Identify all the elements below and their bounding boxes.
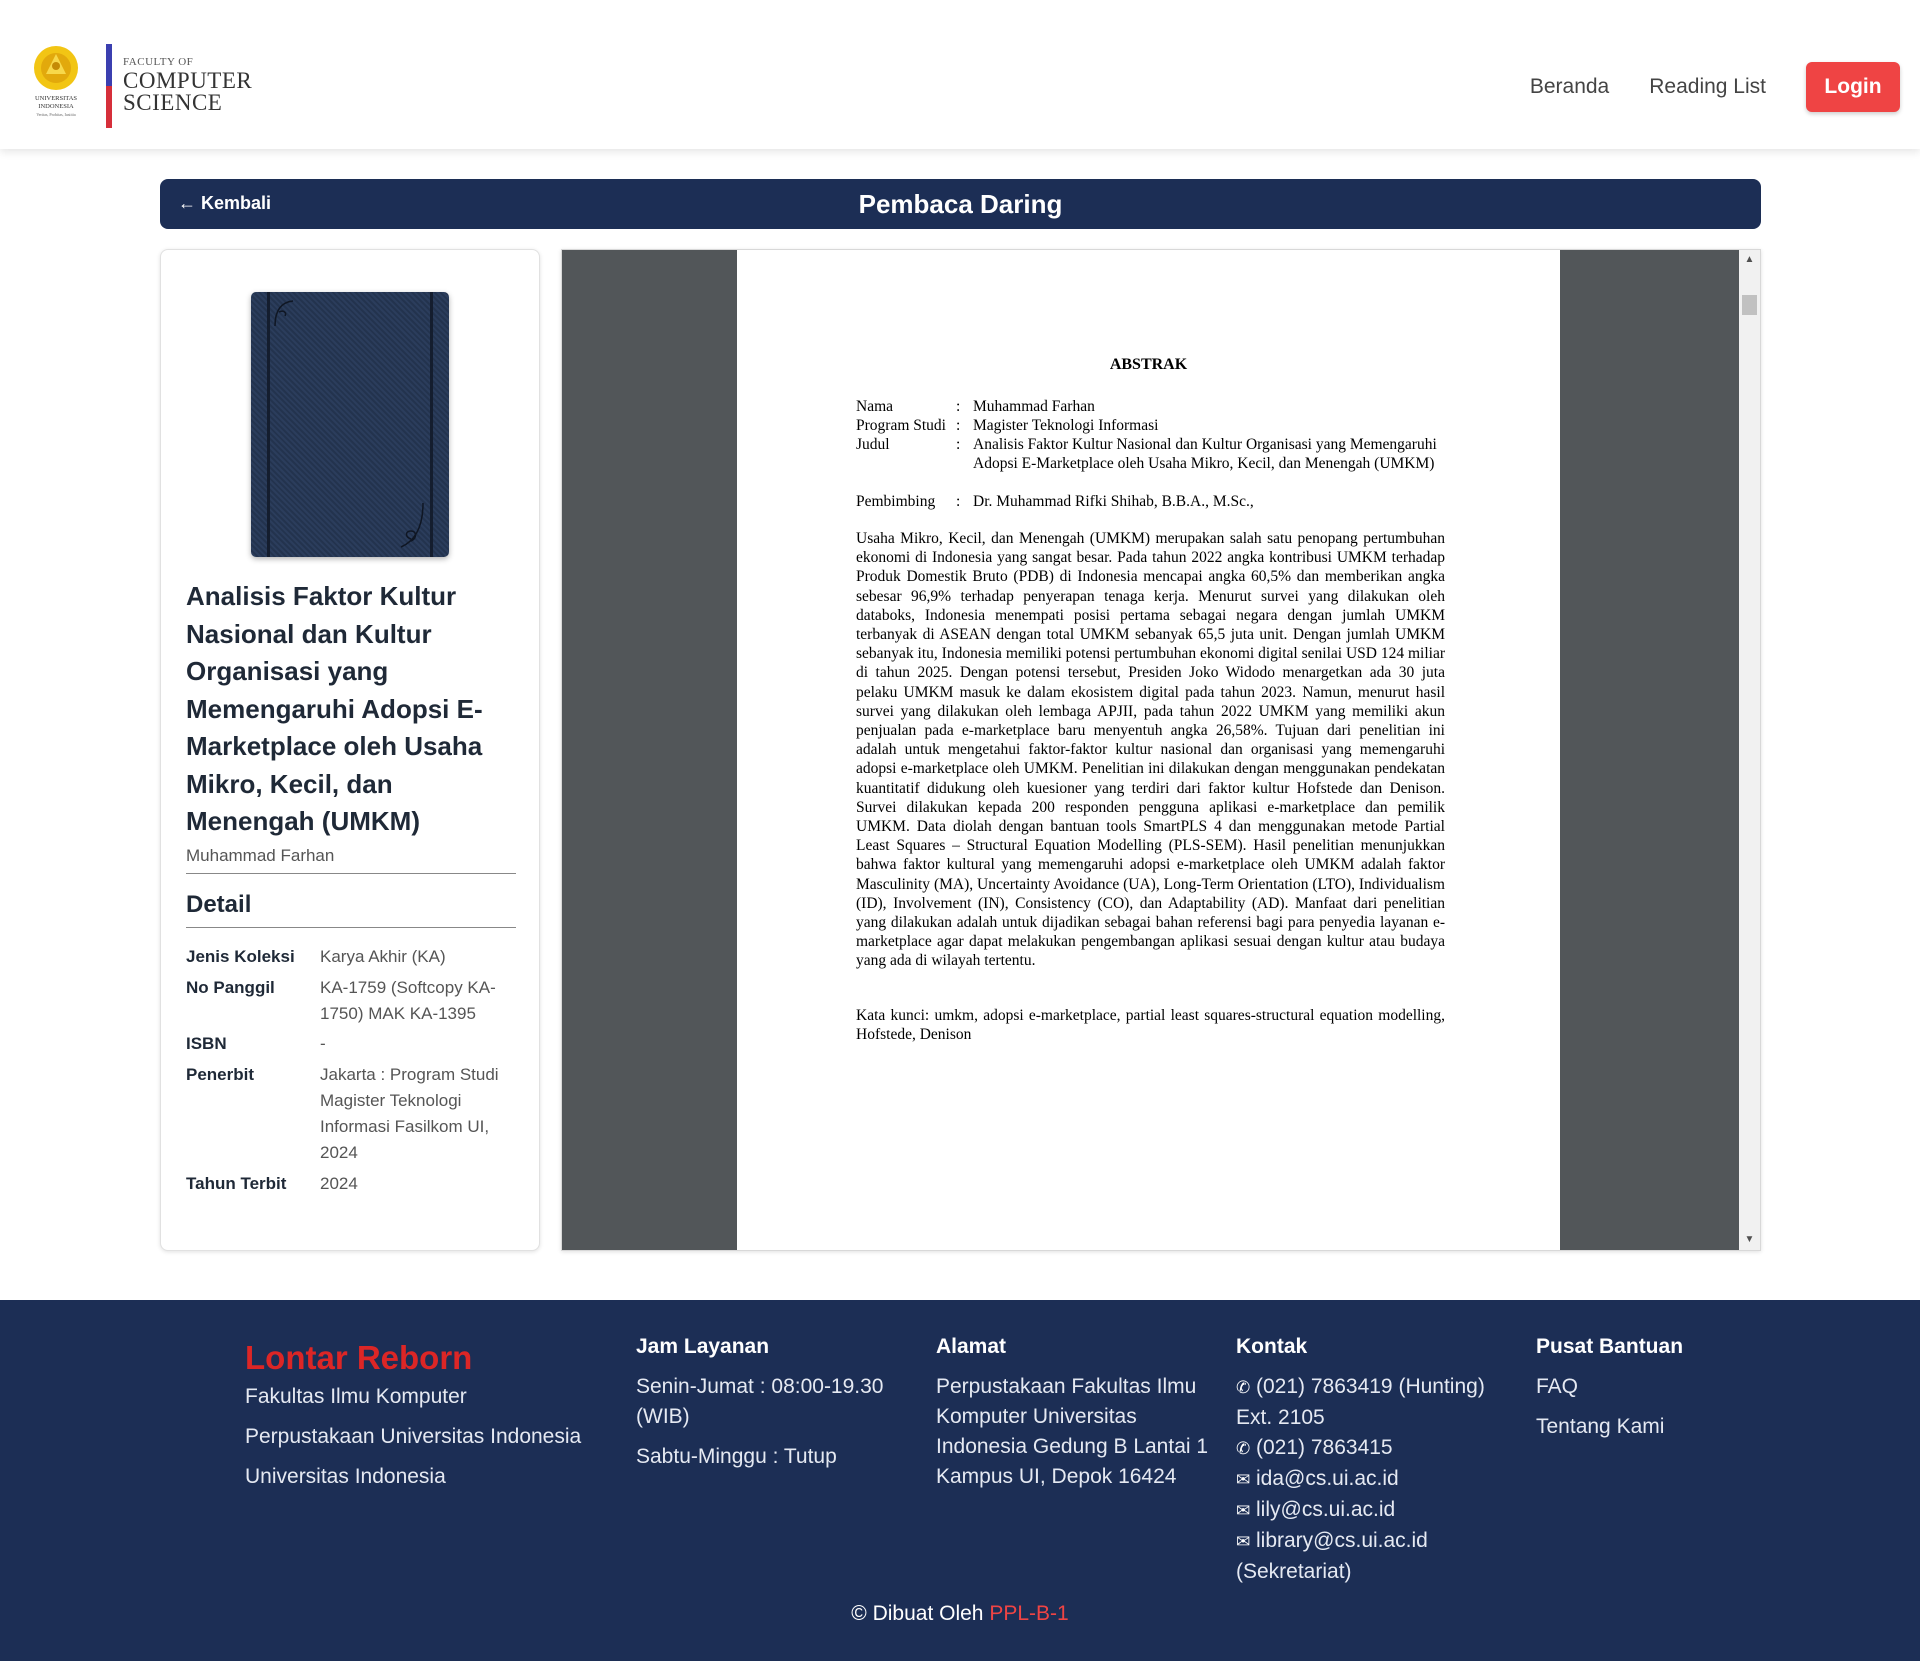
footer-hours-column: Jam Layanan Senin-Jumat : 08:00-19.30 (W… — [636, 1334, 916, 1472]
book-author: Muhammad Farhan — [186, 846, 335, 865]
meta-colon: : — [956, 398, 961, 415]
help-heading: Pusat Bantuan — [1536, 1335, 1684, 1358]
faculty-name-line2: SCIENCE — [123, 90, 223, 115]
footer-brand-column: Lontar Reborn Fakultas Ilmu Komputer Per… — [245, 1336, 625, 1492]
contact-phone-2-text: (021) 7863415 — [1256, 1436, 1393, 1459]
faculty-of-text: FACULTY OF — [123, 56, 194, 68]
meta-key: Judul — [856, 436, 890, 453]
contact-email-2[interactable]: ✉ lily@cs.ui.ac.id — [1236, 1495, 1506, 1526]
contact-phone-1: ✆ (021) 7863419 (Hunting) Ext. 2105 — [1236, 1372, 1506, 1433]
contact-email-1-text: ida@cs.ui.ac.id — [1256, 1467, 1399, 1490]
address-heading: Alamat — [936, 1335, 1007, 1358]
nav-reading-list-link[interactable]: Reading List — [1649, 75, 1766, 99]
meta-key: Program Studi — [856, 417, 946, 434]
logo-divider — [106, 44, 112, 128]
footer-brand: Lontar Reborn — [245, 1339, 473, 1376]
meta-colon: : — [956, 493, 961, 510]
mail-icon: ✉ — [1236, 1532, 1251, 1551]
divider — [186, 927, 516, 928]
detail-label: ISBN — [186, 1034, 227, 1053]
university-seal-icon: UNIVERSITAS INDONESIA Veritas, Probitas,… — [34, 46, 78, 118]
pdf-page: ABSTRAK Nama : Muhammad Farhan Program S… — [737, 250, 1560, 1250]
abstract-body: Usaha Mikro, Kecil, dan Menengah (UMKM) … — [856, 530, 1445, 970]
meta-colon: : — [956, 436, 961, 453]
detail-label: No Panggil — [186, 978, 275, 997]
reader-title-bar: ← Kembali Pembaca Daring — [160, 179, 1761, 229]
cover-spine-right — [430, 292, 433, 557]
scroll-up-icon[interactable]: ▲ — [1739, 250, 1760, 270]
detail-heading: Detail — [186, 891, 252, 918]
detail-label: Penerbit — [186, 1065, 255, 1084]
hours-heading: Jam Layanan — [636, 1335, 770, 1358]
login-button[interactable]: Login — [1806, 62, 1900, 112]
phone-icon: ✆ — [1236, 1439, 1251, 1458]
page-title: Pembaca Daring — [858, 189, 1063, 219]
footer-contact-column: Kontak ✆ (021) 7863419 (Hunting) Ext. 210… — [1236, 1334, 1506, 1587]
detail-value: Jakarta : Program Studi Magister Teknolo… — [320, 1065, 499, 1162]
seal-text-2: INDONESIA — [38, 103, 74, 110]
contact-email-2-text: lily@cs.ui.ac.id — [1256, 1498, 1396, 1521]
meta-value: Magister Teknologi Informasi — [973, 417, 1159, 434]
cover-ornament-bottom-icon — [400, 502, 424, 548]
contact-email-3-text: library@cs.ui.ac.id (Sekretariat) — [1236, 1529, 1428, 1583]
book-cover-image — [251, 292, 449, 557]
phone-icon: ✆ — [1236, 1378, 1251, 1397]
meta-value: Analisis Faktor Kultur Nasional dan Kult… — [973, 436, 1437, 472]
detail-value: - — [320, 1034, 326, 1053]
contact-email-3[interactable]: ✉ library@cs.ui.ac.id (Sekretariat) — [1236, 1526, 1506, 1587]
address-text: Perpustakaan Fakultas Ilmu Komputer Univ… — [936, 1375, 1209, 1488]
main-nav: Beranda Reading List Login — [1530, 62, 1900, 112]
footer-link-fasilkom[interactable]: Fakultas Ilmu Komputer — [245, 1382, 625, 1412]
book-info-card: Analisis Faktor Kultur Nasional dan Kult… — [160, 249, 540, 1251]
meta-key: Pembimbing — [856, 493, 936, 510]
site-footer: Lontar Reborn Fakultas Ilmu Komputer Per… — [0, 1300, 1920, 1661]
contact-phone-2: ✆ (021) 7863415 — [1236, 1433, 1506, 1464]
pdf-scrollbar[interactable]: ▲ ▼ — [1739, 250, 1760, 1250]
footer-help-column: Pusat Bantuan FAQ Tentang Kami — [1536, 1334, 1736, 1442]
meta-value: Muhammad Farhan — [973, 398, 1095, 415]
mail-icon: ✉ — [1236, 1501, 1251, 1520]
copyright-prefix: © Dibuat Oleh — [851, 1602, 990, 1625]
footer-link-perpustakaan-ui[interactable]: Perpustakaan Universitas Indonesia — [245, 1422, 625, 1452]
about-link[interactable]: Tentang Kami — [1536, 1412, 1736, 1442]
cover-spine-left — [267, 292, 270, 557]
divider — [186, 873, 516, 874]
pdf-viewer[interactable]: ABSTRAK Nama : Muhammad Farhan Program S… — [561, 249, 1761, 1251]
nav-beranda-link[interactable]: Beranda — [1530, 75, 1609, 99]
meta-key: Nama — [856, 398, 894, 415]
detail-label: Tahun Terbit — [186, 1174, 287, 1193]
seal-text-3: Veritas, Probitas, Iustitia — [36, 112, 76, 118]
faq-link[interactable]: FAQ — [1536, 1372, 1736, 1402]
faculty-name-line1: COMPUTER — [123, 68, 253, 93]
abstract-keywords: Kata kunci: umkm, adopsi e-marketplace, … — [856, 1007, 1445, 1044]
faculty-logo[interactable]: UNIVERSITAS INDONESIA Veritas, Probitas,… — [28, 44, 258, 130]
detail-label: Jenis Koleksi — [186, 947, 295, 966]
mail-icon: ✉ — [1236, 1470, 1251, 1489]
detail-value: 2024 — [320, 1174, 358, 1193]
book-title: Analisis Faktor Kultur Nasional dan Kult… — [186, 581, 483, 836]
scrollbar-thumb[interactable] — [1742, 295, 1757, 315]
cover-ornament-top-icon — [274, 300, 294, 327]
site-header: UNIVERSITAS INDONESIA Veritas, Probitas,… — [0, 0, 1920, 149]
hours-weekend: Sabtu-Minggu : Tutup — [636, 1445, 837, 1468]
copyright: © Dibuat Oleh PPL-B-1 — [0, 1602, 1920, 1626]
faculty-name: COMPUTER SCIENCE — [123, 68, 253, 115]
seal-text-1: UNIVERSITAS — [35, 95, 77, 102]
detail-value: Karya Akhir (KA) — [320, 947, 446, 966]
footer-address-column: Alamat Perpustakaan Fakultas Ilmu Komput… — [936, 1334, 1216, 1492]
copyright-team: PPL-B-1 — [989, 1602, 1069, 1625]
contact-heading: Kontak — [1236, 1335, 1308, 1358]
detail-value: KA-1759 (Softcopy KA-1750) MAK KA-1395 — [320, 978, 496, 1023]
meta-value: Dr. Muhammad Rifki Shihab, B.B.A., M.Sc.… — [973, 493, 1254, 510]
meta-colon: : — [956, 417, 961, 434]
scroll-down-icon[interactable]: ▼ — [1739, 1230, 1760, 1250]
abstract-heading: ABSTRAK — [1109, 356, 1188, 373]
hours-weekday: Senin-Jumat : 08:00-19.30 (WIB) — [636, 1375, 884, 1428]
contact-phone-1-text: (021) 7863419 (Hunting) Ext. 2105 — [1236, 1375, 1485, 1429]
contact-email-1[interactable]: ✉ ida@cs.ui.ac.id — [1236, 1464, 1506, 1495]
footer-link-ui[interactable]: Universitas Indonesia — [245, 1462, 625, 1492]
